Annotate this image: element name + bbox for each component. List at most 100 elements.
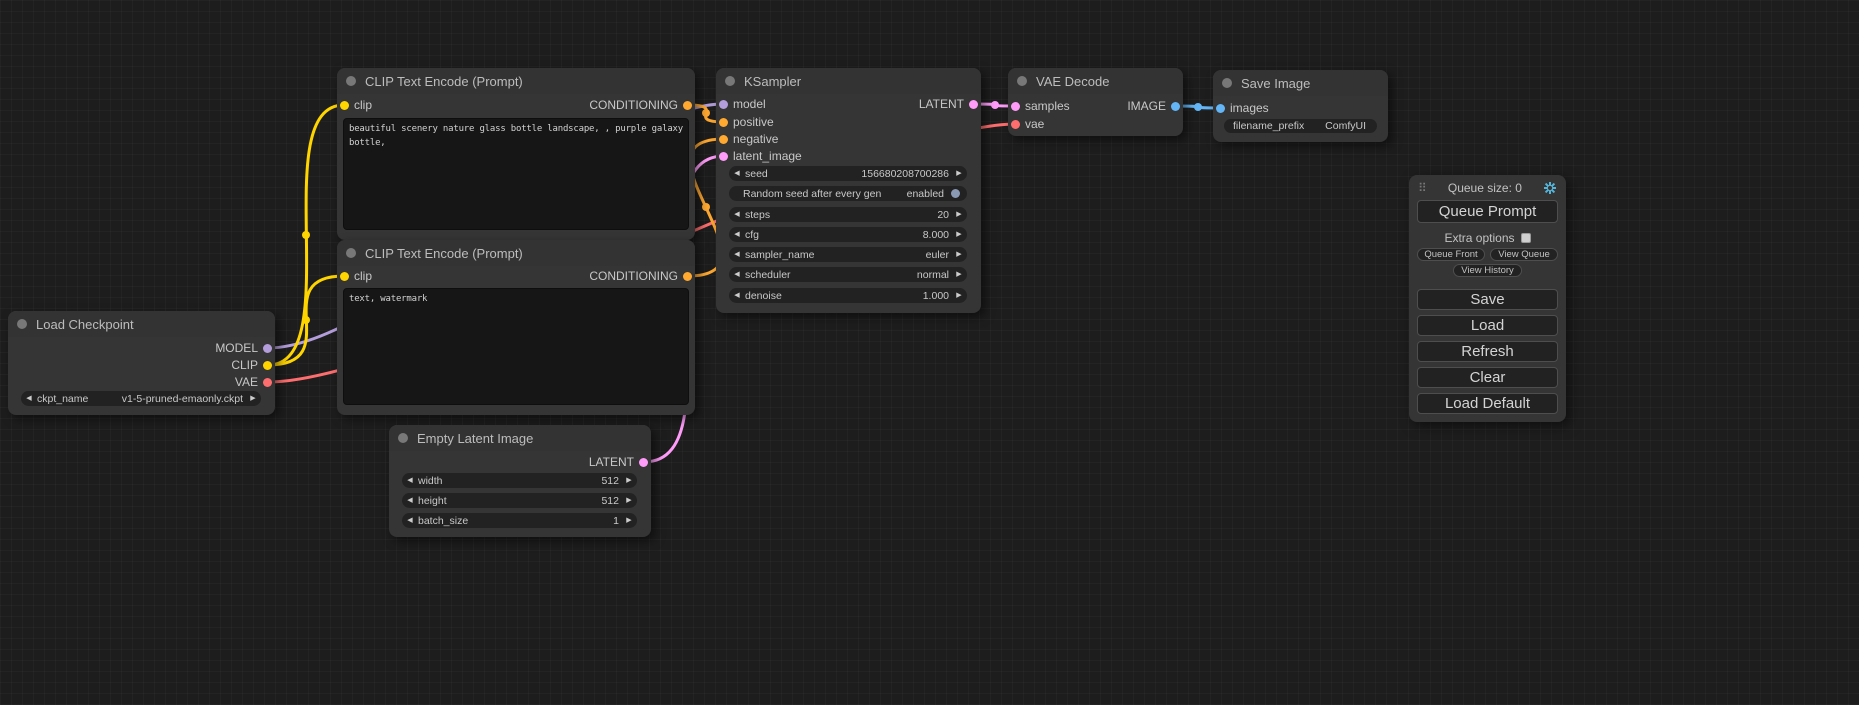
node-title-bar[interactable]: VAE Decode bbox=[1008, 68, 1183, 94]
input-port-clip[interactable] bbox=[340, 101, 349, 110]
port-row: CLIP bbox=[8, 357, 275, 373]
decrement-arrow-icon[interactable]: ◀ bbox=[402, 473, 418, 488]
increment-arrow-icon[interactable]: ▶ bbox=[951, 207, 967, 222]
collapse-dot-icon[interactable] bbox=[1017, 76, 1027, 86]
widget-cfg[interactable]: ◀ cfg 8.000 ▶ bbox=[729, 227, 967, 242]
widget-sampler-name[interactable]: ◀ sampler_name euler ▶ bbox=[729, 247, 967, 262]
node-title-bar[interactable]: Load Checkpoint bbox=[8, 311, 275, 337]
queue-front-button[interactable]: Queue Front bbox=[1417, 248, 1485, 261]
widget-denoise[interactable]: ◀ denoise 1.000 ▶ bbox=[729, 288, 967, 303]
input-port-positive[interactable] bbox=[719, 118, 728, 127]
collapse-dot-icon[interactable] bbox=[1222, 78, 1232, 88]
queue-buttons-row: Queue Front View Queue bbox=[1417, 248, 1558, 261]
collapse-dot-icon[interactable] bbox=[398, 433, 408, 443]
link-midpoint-dot bbox=[1194, 103, 1202, 111]
clear-button[interactable]: Clear bbox=[1417, 367, 1558, 388]
collapse-dot-icon[interactable] bbox=[17, 319, 27, 329]
output-port-clip[interactable] bbox=[263, 361, 272, 370]
increment-arrow-icon[interactable]: ▶ bbox=[621, 513, 637, 528]
load-button[interactable]: Load bbox=[1417, 315, 1558, 336]
decrement-arrow-icon[interactable]: ◀ bbox=[729, 267, 745, 282]
increment-arrow-icon[interactable]: ▶ bbox=[951, 288, 967, 303]
output-port-latent[interactable] bbox=[639, 458, 648, 467]
output-label-clip: CLIP bbox=[231, 358, 258, 372]
output-port-conditioning[interactable] bbox=[683, 101, 692, 110]
decrement-arrow-icon[interactable]: ◀ bbox=[21, 391, 37, 406]
save-button[interactable]: Save bbox=[1417, 289, 1558, 310]
output-label-latent: LATENT bbox=[589, 455, 634, 469]
settings-gear-icon[interactable] bbox=[1543, 181, 1557, 195]
increment-arrow-icon[interactable]: ▶ bbox=[951, 247, 967, 262]
node-title-bar[interactable]: KSampler bbox=[716, 68, 981, 94]
increment-arrow-icon[interactable]: ▶ bbox=[951, 166, 967, 181]
output-port-model[interactable] bbox=[263, 344, 272, 353]
decrement-arrow-icon[interactable]: ◀ bbox=[729, 288, 745, 303]
input-port-vae[interactable] bbox=[1011, 120, 1020, 129]
input-label-clip: clip bbox=[354, 98, 372, 112]
prompt-textarea[interactable]: beautiful scenery nature glass bottle la… bbox=[343, 118, 689, 230]
output-port-conditioning[interactable] bbox=[683, 272, 692, 281]
decrement-arrow-icon[interactable]: ◀ bbox=[729, 166, 745, 181]
input-port-negative[interactable] bbox=[719, 135, 728, 144]
input-port-latent-image[interactable] bbox=[719, 152, 728, 161]
menu-header: ⠿ Queue size: 0 bbox=[1418, 180, 1557, 196]
increment-arrow-icon[interactable]: ▶ bbox=[621, 493, 637, 508]
collapse-dot-icon[interactable] bbox=[346, 248, 356, 258]
refresh-button[interactable]: Refresh bbox=[1417, 341, 1558, 362]
extra-options-row: Extra options bbox=[1409, 231, 1566, 245]
widget-height[interactable]: ◀ height 512 ▶ bbox=[402, 493, 637, 508]
view-queue-button[interactable]: View Queue bbox=[1490, 248, 1558, 261]
input-port-images[interactable] bbox=[1216, 104, 1225, 113]
output-port-latent[interactable] bbox=[969, 100, 978, 109]
node-graph-canvas[interactable]: Load Checkpoint MODEL CLIP VAE ◀ ckpt_na… bbox=[0, 0, 1859, 705]
widget-ckpt-name[interactable]: ◀ ckpt_name v1-5-pruned-emaonly.ckpt ▶ bbox=[21, 391, 261, 406]
node-title-bar[interactable]: Empty Latent Image bbox=[389, 425, 651, 451]
increment-arrow-icon[interactable]: ▶ bbox=[951, 227, 967, 242]
toggle-indicator-icon[interactable] bbox=[951, 189, 960, 198]
decrement-arrow-icon[interactable]: ◀ bbox=[729, 207, 745, 222]
output-label-latent: LATENT bbox=[919, 97, 964, 111]
output-port-image[interactable] bbox=[1171, 102, 1180, 111]
port-row: images bbox=[1213, 100, 1388, 116]
widget-steps[interactable]: ◀ steps 20 ▶ bbox=[729, 207, 967, 222]
input-port-model[interactable] bbox=[719, 100, 728, 109]
node-title-bar[interactable]: CLIP Text Encode (Prompt) bbox=[337, 240, 695, 266]
widget-random-seed-toggle[interactable]: Random seed after every gen enabled bbox=[729, 186, 967, 201]
view-history-button[interactable]: View History bbox=[1453, 264, 1522, 277]
decrement-arrow-icon[interactable]: ◀ bbox=[402, 513, 418, 528]
node-vae-decode[interactable]: VAE Decode samples IMAGE vae bbox=[1008, 68, 1183, 136]
node-ksampler[interactable]: KSampler model LATENT positive negative … bbox=[716, 68, 981, 313]
widget-width[interactable]: ◀ width 512 ▶ bbox=[402, 473, 637, 488]
input-port-samples[interactable] bbox=[1011, 102, 1020, 111]
collapse-dot-icon[interactable] bbox=[346, 76, 356, 86]
node-empty-latent-image[interactable]: Empty Latent Image LATENT ◀ width 512 ▶ … bbox=[389, 425, 651, 537]
node-clip-text-encode-positive[interactable]: CLIP Text Encode (Prompt) clip CONDITION… bbox=[337, 68, 695, 240]
node-load-checkpoint[interactable]: Load Checkpoint MODEL CLIP VAE ◀ ckpt_na… bbox=[8, 311, 275, 415]
output-port-vae[interactable] bbox=[263, 378, 272, 387]
widget-batch-size[interactable]: ◀ batch_size 1 ▶ bbox=[402, 513, 637, 528]
load-default-button[interactable]: Load Default bbox=[1417, 393, 1558, 414]
node-clip-text-encode-negative[interactable]: CLIP Text Encode (Prompt) clip CONDITION… bbox=[337, 240, 695, 415]
node-title-bar[interactable]: CLIP Text Encode (Prompt) bbox=[337, 68, 695, 94]
prompt-textarea[interactable]: text, watermark bbox=[343, 288, 689, 405]
input-port-clip[interactable] bbox=[340, 272, 349, 281]
increment-arrow-icon[interactable]: ▶ bbox=[951, 267, 967, 282]
widget-seed[interactable]: ◀ seed 156680208700286 ▶ bbox=[729, 166, 967, 181]
drag-handle-icon[interactable]: ⠿ bbox=[1418, 181, 1427, 195]
decrement-arrow-icon[interactable]: ◀ bbox=[729, 247, 745, 262]
increment-arrow-icon[interactable]: ▶ bbox=[621, 473, 637, 488]
node-save-image[interactable]: Save Image images filename_prefix ComfyU… bbox=[1213, 70, 1388, 142]
node-title: Empty Latent Image bbox=[417, 431, 533, 446]
node-title-bar[interactable]: Save Image bbox=[1213, 70, 1388, 96]
widget-scheduler[interactable]: ◀ scheduler normal ▶ bbox=[729, 267, 967, 282]
input-label-clip: clip bbox=[354, 269, 372, 283]
queue-prompt-button[interactable]: Queue Prompt bbox=[1417, 200, 1558, 223]
node-title: VAE Decode bbox=[1036, 74, 1109, 89]
decrement-arrow-icon[interactable]: ◀ bbox=[402, 493, 418, 508]
collapse-dot-icon[interactable] bbox=[725, 76, 735, 86]
decrement-arrow-icon[interactable]: ◀ bbox=[729, 227, 745, 242]
widget-label: filename_prefix bbox=[1233, 120, 1304, 132]
extra-options-checkbox[interactable] bbox=[1521, 233, 1531, 243]
increment-arrow-icon[interactable]: ▶ bbox=[245, 391, 261, 406]
widget-filename-prefix[interactable]: filename_prefix ComfyUI bbox=[1224, 119, 1377, 133]
